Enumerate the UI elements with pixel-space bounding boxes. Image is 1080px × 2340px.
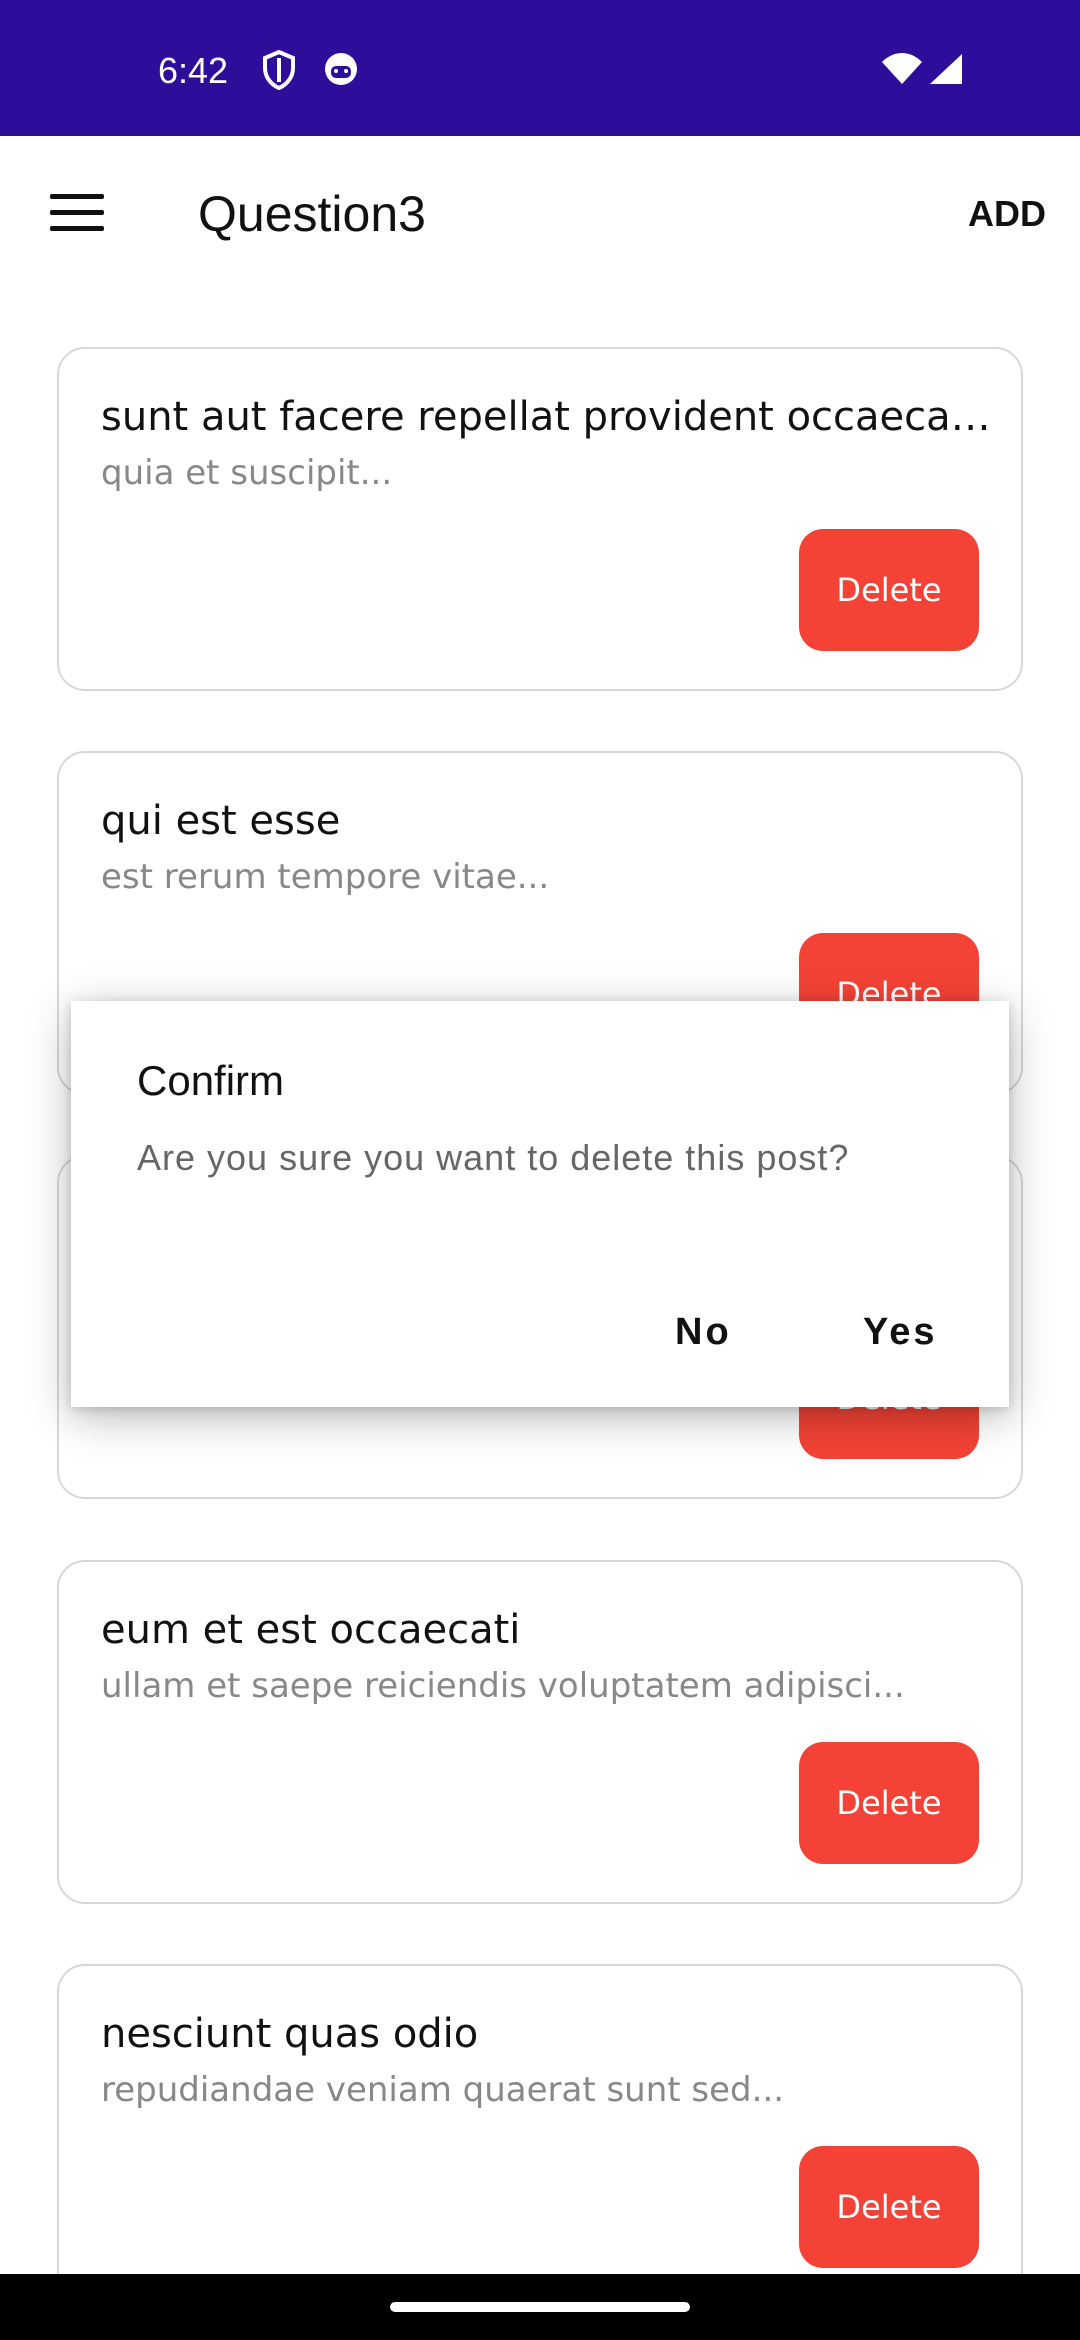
delete-button[interactable]: Delete bbox=[799, 2146, 979, 2268]
confirm-dialog: Confirm Are you sure you want to delete … bbox=[71, 1001, 1009, 1407]
signal-icon bbox=[928, 52, 964, 90]
wifi-icon bbox=[880, 52, 924, 90]
post-title: qui est esse bbox=[101, 798, 341, 844]
post-body: est rerum tempore vitae... bbox=[101, 857, 550, 897]
delete-button[interactable]: Delete bbox=[799, 1742, 979, 1864]
post-card: sunt aut facere repellat provident occae… bbox=[57, 347, 1023, 691]
dialog-title: Confirm bbox=[137, 1057, 285, 1104]
add-button[interactable]: ADD bbox=[968, 192, 1046, 236]
face-icon bbox=[322, 50, 360, 92]
post-card: nesciunt quas odio repudiandae veniam qu… bbox=[57, 1964, 1023, 2308]
status-bar: 6:42 bbox=[0, 0, 1080, 136]
shield-icon bbox=[262, 49, 296, 94]
page-title: Question3 bbox=[198, 186, 426, 242]
yes-button[interactable]: Yes bbox=[863, 1307, 938, 1357]
navigation-bar bbox=[0, 2274, 1080, 2340]
home-indicator[interactable] bbox=[390, 2302, 690, 2312]
status-time: 6:42 bbox=[158, 50, 229, 91]
app-bar: Question3 ADD bbox=[0, 136, 1080, 292]
dialog-message: Are you sure you want to delete this pos… bbox=[137, 1137, 850, 1178]
post-title: eum et est occaecati bbox=[101, 1607, 521, 1653]
no-button[interactable]: No bbox=[675, 1307, 732, 1357]
post-body: ullam et saepe reiciendis voluptatem adi… bbox=[101, 1666, 905, 1706]
menu-icon[interactable] bbox=[50, 194, 104, 234]
post-title: sunt aut facere repellat provident occae… bbox=[101, 394, 1001, 440]
post-body: quia et suscipit... bbox=[101, 453, 393, 493]
post-title: nesciunt quas odio bbox=[101, 2011, 479, 2057]
post-card: eum et est occaecati ullam et saepe reic… bbox=[57, 1560, 1023, 1904]
delete-button[interactable]: Delete bbox=[799, 529, 979, 651]
post-body: repudiandae veniam quaerat sunt sed... bbox=[101, 2070, 785, 2110]
